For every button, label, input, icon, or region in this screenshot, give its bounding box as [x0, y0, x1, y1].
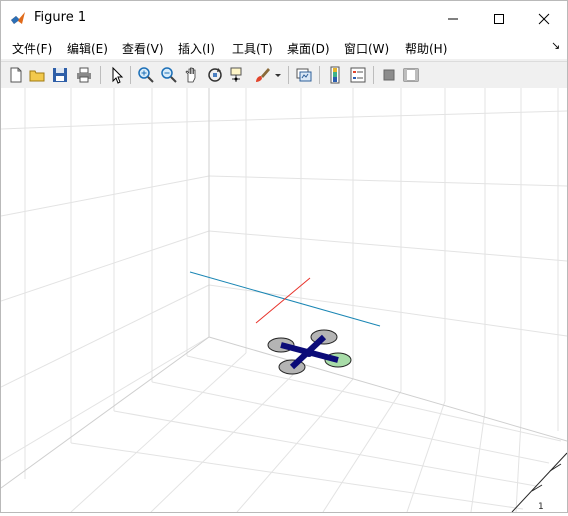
axis-tick-label: 1	[538, 502, 544, 512]
red-reference-line	[255, 277, 311, 324]
save-icon[interactable]	[51, 66, 69, 84]
matlab-logo-icon	[11, 12, 25, 24]
menu-bar: 文件(F) 编辑(E) 查看(V) 插入(I) 工具(T) 桌面(D) 窗口(W…	[1, 36, 567, 59]
menu-help[interactable]: 帮助(H)	[405, 40, 447, 57]
brush-dropdown-icon[interactable]	[273, 66, 283, 84]
brush-icon[interactable]	[253, 66, 271, 84]
toolbar-dock-arrow-icon[interactable]: ↘	[551, 39, 560, 52]
toolbar-separator	[373, 66, 374, 84]
select-arrow-icon[interactable]	[108, 66, 126, 84]
menu-desktop[interactable]: 桌面(D)	[287, 40, 330, 57]
menu-window[interactable]: 窗口(W)	[344, 40, 389, 57]
link-plot-icon[interactable]	[295, 66, 313, 84]
figure-window: Figure 1 文件(F) 编辑(E) 查看(V) 插入(I) 工具(T) 桌…	[0, 0, 568, 513]
figure-toolbar	[1, 61, 567, 89]
open-icon[interactable]	[28, 66, 46, 84]
close-button[interactable]	[521, 1, 567, 36]
quad-hub	[305, 349, 313, 357]
quadcopter	[267, 329, 352, 375]
legend-icon[interactable]	[349, 66, 367, 84]
axes-edges	[0, 88, 568, 489]
pan-hand-icon[interactable]	[183, 66, 201, 84]
colorbar-icon[interactable]	[326, 66, 344, 84]
print-icon[interactable]	[75, 66, 93, 84]
window-title: Figure 1	[34, 10, 87, 25]
zoom-out-icon[interactable]	[160, 66, 178, 84]
zoom-in-icon[interactable]	[137, 66, 155, 84]
menu-insert[interactable]: 插入(I)	[178, 40, 215, 57]
menu-file[interactable]: 文件(F)	[12, 40, 52, 57]
minimize-button[interactable]	[430, 1, 476, 36]
menu-tools[interactable]: 工具(T)	[232, 40, 273, 57]
maximize-icon	[494, 13, 504, 24]
new-figure-icon[interactable]	[7, 66, 25, 84]
maximize-button[interactable]	[476, 1, 522, 36]
toolbar-separator	[288, 66, 289, 84]
show-plot-tools-icon[interactable]	[402, 66, 420, 84]
figure-canvas[interactable]: 1	[0, 88, 568, 513]
minimize-icon	[448, 18, 458, 19]
title-bar: Figure 1	[1, 1, 567, 36]
menu-edit[interactable]: 编辑(E)	[67, 40, 108, 57]
axes-3d[interactable]: 1	[0, 88, 568, 513]
toolbar-separator	[130, 66, 131, 84]
menu-view[interactable]: 查看(V)	[122, 40, 164, 57]
toolbar-separator	[319, 66, 320, 84]
close-icon	[538, 13, 550, 24]
hide-plot-tools-icon[interactable]	[380, 66, 398, 84]
toolbar-separator	[100, 66, 101, 84]
data-cursor-icon[interactable]	[229, 66, 247, 84]
rotate-3d-icon[interactable]	[206, 66, 224, 84]
